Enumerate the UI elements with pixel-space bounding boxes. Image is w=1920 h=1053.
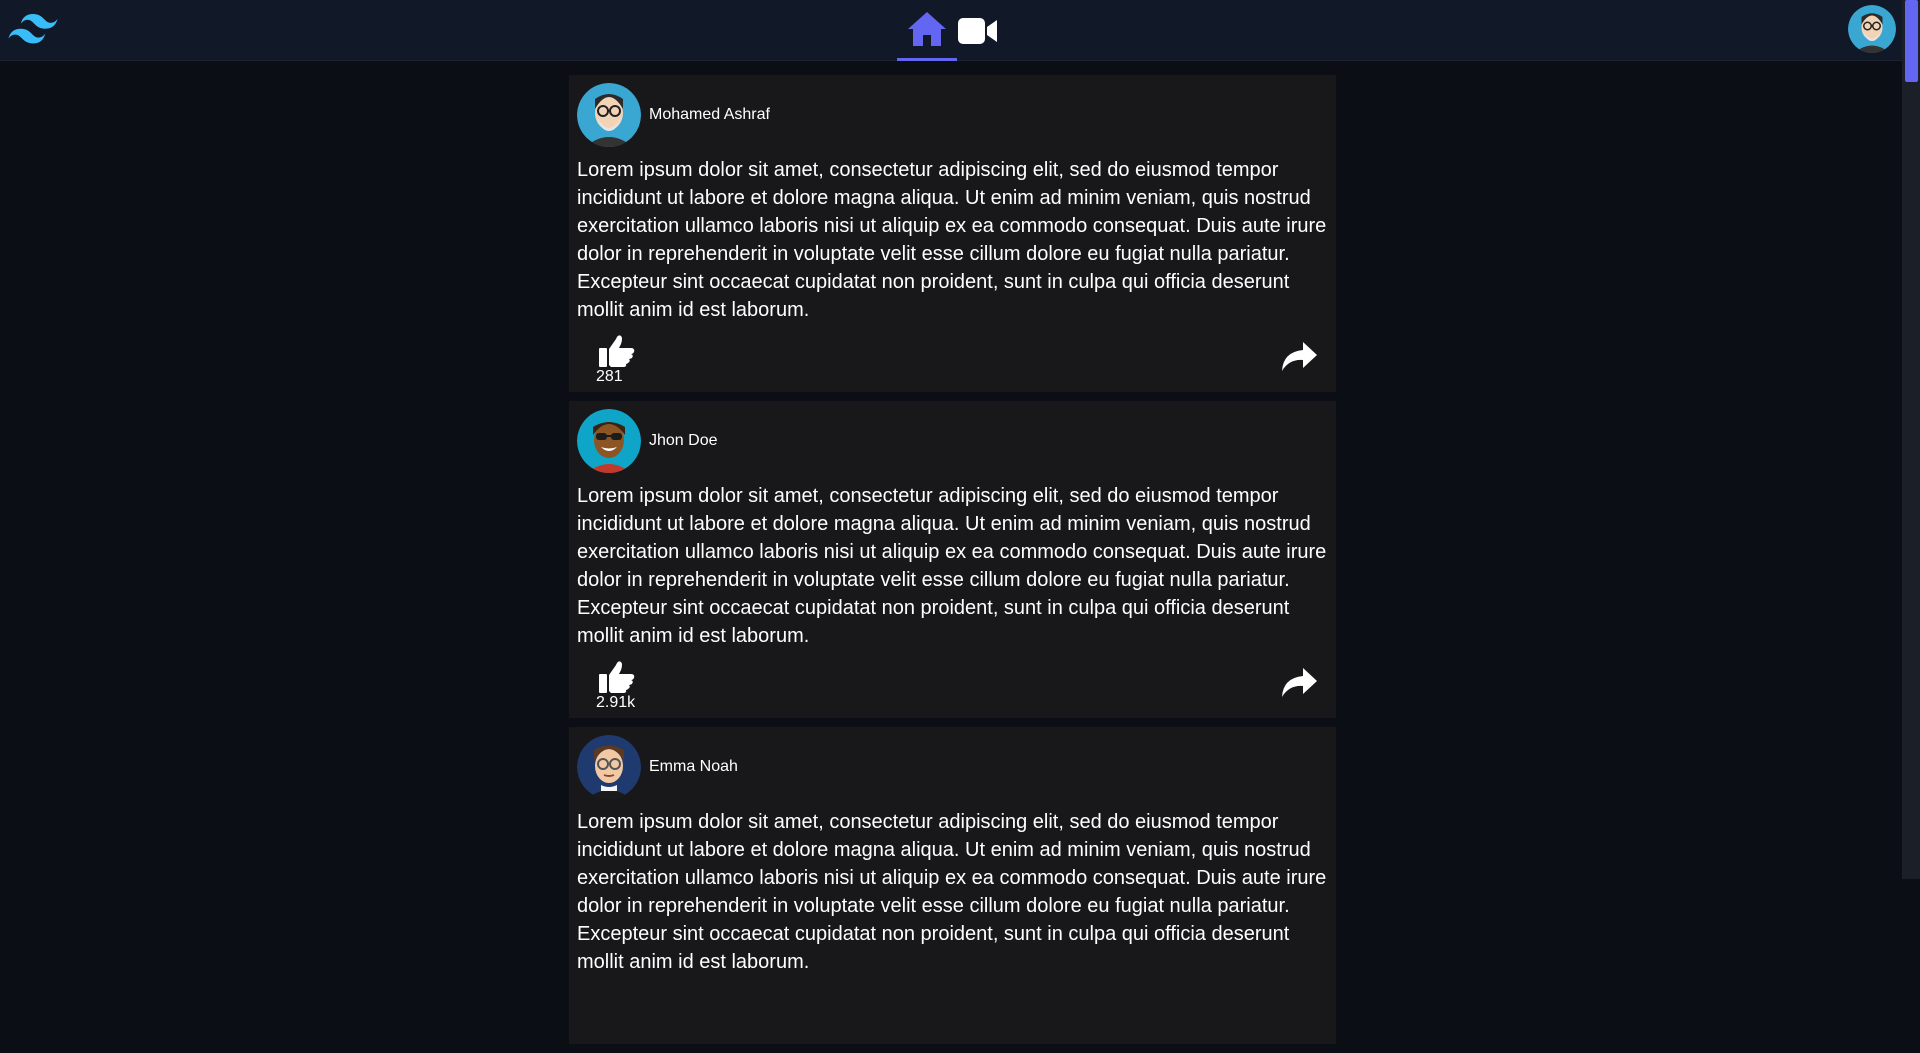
post-body: Lorem ipsum dolor sit amet, consectetur …	[577, 811, 1327, 973]
share-arrow-icon	[1282, 342, 1317, 371]
video-camera-icon	[958, 17, 997, 44]
post-header: Emma Noah	[577, 735, 1328, 799]
post-author[interactable]: Emma Noah	[649, 758, 738, 776]
post-actions: 281	[577, 332, 1328, 392]
avatar[interactable]	[577, 409, 641, 473]
post-card: Mohamed Ashraf Lorem ipsum dolor sit ame…	[569, 75, 1336, 392]
post-body: Lorem ipsum dolor sit amet, consectetur …	[577, 159, 1327, 321]
scrollbar-thumb[interactable]	[1905, 0, 1918, 82]
top-navbar	[0, 0, 1902, 61]
share-arrow-icon	[1282, 668, 1317, 697]
tab-home[interactable]	[897, 0, 957, 61]
thumbs-up-icon	[599, 335, 635, 367]
post-body: Lorem ipsum dolor sit amet, consectetur …	[577, 485, 1327, 647]
post-actions: 2.91k	[577, 658, 1328, 718]
post-header: Jhon Doe	[577, 409, 1328, 473]
like-count: 281	[596, 368, 623, 385]
thumbs-up-icon	[599, 661, 635, 693]
avatar[interactable]	[577, 83, 641, 147]
post-author[interactable]: Mohamed Ashraf	[649, 106, 770, 124]
avatar	[1848, 5, 1896, 53]
post-author[interactable]: Jhon Doe	[649, 432, 718, 450]
post-header: Mohamed Ashraf	[577, 83, 1328, 147]
avatar[interactable]	[577, 735, 641, 799]
posts-feed: Mohamed Ashraf Lorem ipsum dolor sit ame…	[569, 75, 1336, 1053]
share-button[interactable]	[1279, 666, 1319, 702]
user-avatar-button[interactable]	[1848, 5, 1896, 53]
post-card: Emma Noah Lorem ipsum dolor sit amet, co…	[569, 727, 1336, 1044]
post-card: Jhon Doe Lorem ipsum dolor sit amet, con…	[569, 401, 1336, 718]
home-icon	[908, 12, 946, 46]
like-count: 2.91k	[596, 694, 636, 711]
tailwind-logo-icon[interactable]	[8, 14, 58, 44]
share-button[interactable]	[1279, 340, 1319, 376]
main-nav	[897, 0, 1001, 61]
page-scrollbar[interactable]	[1902, 0, 1920, 879]
tab-video[interactable]	[957, 0, 1001, 61]
